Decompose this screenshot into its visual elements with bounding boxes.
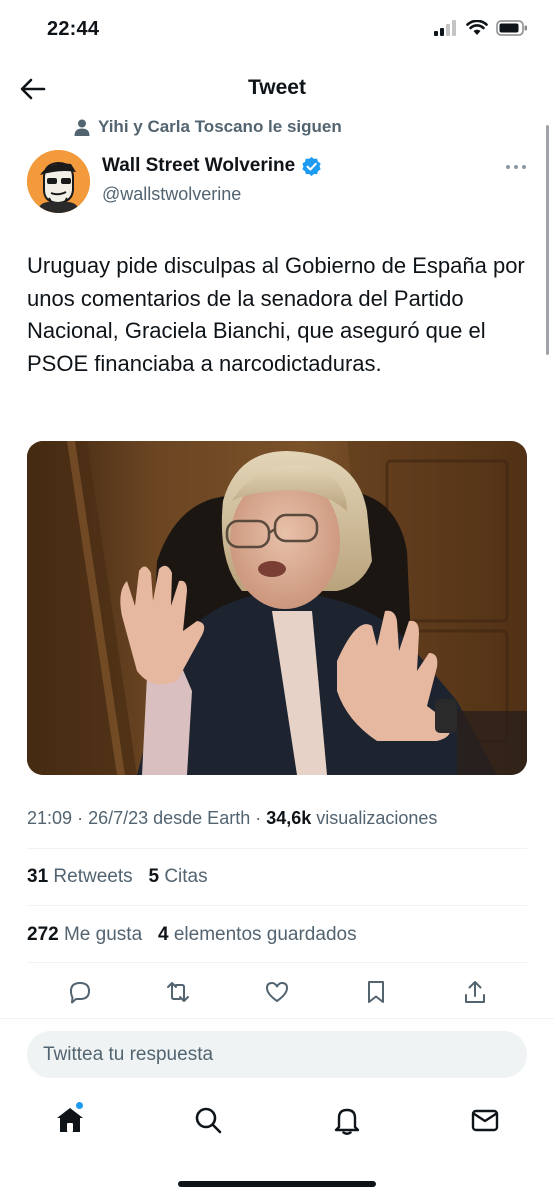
avatar-illustration xyxy=(27,150,90,213)
share-icon[interactable] xyxy=(461,978,489,1006)
tweet-meta: 21:09 · 26/7/23 desde Earth · 34,6k visu… xyxy=(27,808,438,828)
reply-icon[interactable] xyxy=(66,978,94,1006)
author-handle[interactable]: @wallstwolverine xyxy=(102,184,241,205)
cellular-signal-icon xyxy=(434,20,456,36)
status-icons xyxy=(434,20,528,36)
avatar[interactable] xyxy=(27,150,90,213)
views-count: 34,6k xyxy=(266,808,312,828)
home-indicator xyxy=(178,1181,376,1187)
retweet-icon[interactable] xyxy=(164,978,192,1006)
like-stats: 272 Me gusta 4 elementos guardados xyxy=(27,924,357,946)
social-context[interactable]: Yihi y Carla Toscano le siguen xyxy=(74,117,342,137)
tweet-source[interactable]: desde Earth xyxy=(153,808,250,828)
tweet-text: Uruguay pide disculpas al Gobierno de Es… xyxy=(27,253,525,376)
quotes-count[interactable]: 5 xyxy=(148,866,159,887)
retweets-label[interactable]: Retweets xyxy=(53,866,132,887)
retweets-count[interactable]: 31 xyxy=(27,866,48,887)
photo-image xyxy=(27,441,527,775)
home-notification-dot xyxy=(76,1102,83,1109)
person-icon xyxy=(74,119,90,136)
search-icon[interactable] xyxy=(192,1104,224,1136)
scrollbar[interactable] xyxy=(546,125,549,355)
divider xyxy=(0,1018,554,1019)
retweet-stats: 31 Retweets 5 Citas xyxy=(27,866,208,888)
bookmarks-count[interactable]: 4 xyxy=(158,924,169,945)
divider xyxy=(27,905,527,906)
notifications-icon[interactable] xyxy=(331,1104,363,1136)
like-icon[interactable] xyxy=(263,978,291,1006)
page-title: Tweet xyxy=(248,76,306,99)
bookmarks-label[interactable]: elementos guardados xyxy=(174,924,357,945)
tweet-date: 26/7/23 xyxy=(88,808,149,828)
quotes-label[interactable]: Citas xyxy=(164,866,207,887)
tweet-time: 21:09 xyxy=(27,808,73,828)
tweet-photo[interactable] xyxy=(27,441,527,775)
likes-label[interactable]: Me gusta xyxy=(64,924,142,945)
bookmark-icon[interactable] xyxy=(362,978,390,1006)
home-icon[interactable] xyxy=(54,1104,86,1136)
battery-icon xyxy=(496,20,527,36)
reply-placeholder: Twittea tu respuesta xyxy=(43,1044,214,1065)
views-label: visualizaciones xyxy=(316,808,438,828)
social-context-text: Yihi y Carla Toscano le siguen xyxy=(98,117,342,136)
messages-icon[interactable] xyxy=(469,1104,501,1136)
divider xyxy=(27,962,527,963)
verified-badge-icon xyxy=(302,156,321,176)
divider xyxy=(27,848,527,849)
author-name-row[interactable]: Wall Street Wolverine xyxy=(102,155,322,177)
reply-input[interactable]: Twittea tu respuesta xyxy=(27,1031,527,1078)
likes-count[interactable]: 272 xyxy=(27,924,59,945)
status-time: 22:44 xyxy=(47,18,100,40)
author-name[interactable]: Wall Street Wolverine xyxy=(102,155,295,177)
more-options-icon[interactable] xyxy=(504,160,528,174)
wifi-icon xyxy=(466,20,488,35)
